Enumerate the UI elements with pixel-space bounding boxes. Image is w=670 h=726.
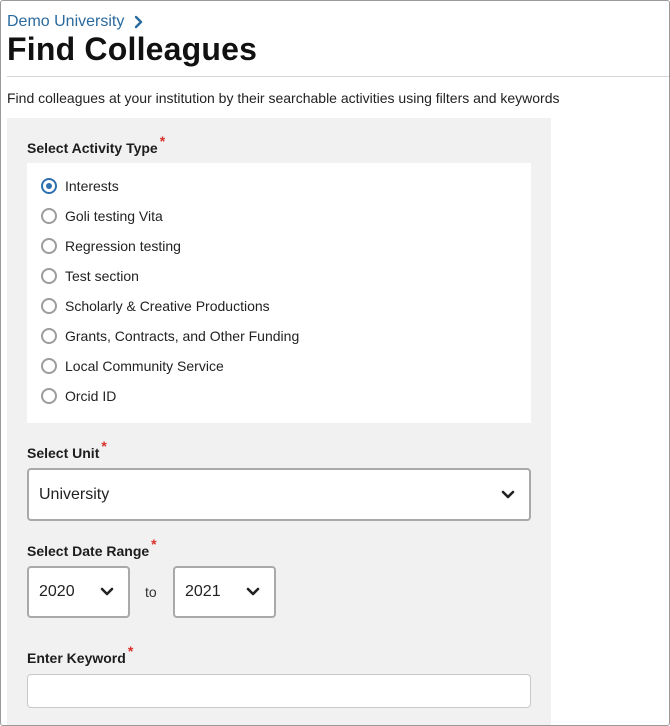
radio-option-label: Interests — [65, 178, 119, 194]
date-range-label-text: Select Date Range — [27, 543, 150, 559]
activity-type-label: Select Activity Type * — [27, 133, 165, 156]
chevron-down-icon — [100, 587, 114, 596]
activity-type-label-text: Select Activity Type — [27, 140, 158, 156]
radio-option-label: Regression testing — [65, 238, 181, 254]
title-divider — [7, 76, 669, 77]
radio-option-label: Orcid ID — [65, 388, 117, 404]
radio-option-interests[interactable]: Interests — [41, 178, 119, 194]
required-asterisk: * — [127, 643, 134, 659]
radio-option-label: Test section — [65, 268, 139, 284]
unit-select-value: University — [39, 485, 110, 503]
radio-option-goli-testing-vita[interactable]: Goli testing Vita — [41, 208, 163, 224]
date-to-select[interactable]: 2021 — [173, 566, 276, 618]
keyword-label-text: Enter Keyword — [27, 650, 126, 666]
unit-label-text: Select Unit — [27, 445, 100, 461]
page-intro: Find colleagues at your institution by t… — [7, 90, 560, 106]
date-range-label: Select Date Range * — [27, 536, 157, 559]
radio-option-label: Goli testing Vita — [65, 208, 163, 224]
date-to-value: 2021 — [185, 583, 221, 600]
activity-type-radio-group: Interests Goli testing Vita Regression t… — [27, 163, 531, 423]
chevron-right-icon — [135, 15, 143, 29]
keyword-label: Enter Keyword * — [27, 643, 133, 666]
radio-button[interactable] — [41, 238, 57, 254]
radio-option-label: Grants, Contracts, and Other Funding — [65, 328, 300, 344]
chevron-down-icon — [501, 490, 515, 498]
app-window: Demo University Find Colleagues Find col… — [0, 0, 670, 726]
chevron-down-icon — [246, 587, 260, 596]
radio-option-label: Scholarly & Creative Productions — [65, 298, 270, 314]
radio-option-grants-contracts[interactable]: Grants, Contracts, and Other Funding — [41, 328, 299, 344]
radio-option-orcid-id[interactable]: Orcid ID — [41, 388, 116, 404]
unit-label: Select Unit * — [27, 438, 107, 461]
breadcrumb: Demo University — [7, 13, 144, 31]
required-asterisk: * — [101, 438, 107, 454]
required-asterisk: * — [159, 133, 166, 149]
radio-button[interactable] — [41, 328, 57, 344]
radio-option-regression-testing[interactable]: Regression testing — [41, 238, 181, 254]
radio-option-local-community-service[interactable]: Local Community Service — [41, 358, 224, 374]
radio-button[interactable] — [41, 268, 57, 284]
date-range-to-label: to — [145, 584, 157, 600]
radio-button[interactable] — [41, 298, 57, 314]
search-filter-panel: Select Activity Type * Interests Goli tes… — [7, 118, 551, 725]
date-from-value: 2020 — [39, 583, 75, 600]
page-title: Find Colleagues — [7, 31, 258, 67]
radio-button[interactable] — [41, 358, 57, 374]
date-from-select[interactable]: 2020 — [27, 566, 130, 618]
radio-button[interactable] — [41, 388, 57, 404]
radio-option-label: Local Community Service — [65, 358, 224, 374]
radio-button[interactable] — [41, 208, 57, 224]
required-asterisk: * — [151, 536, 157, 552]
radio-button-selected[interactable] — [41, 178, 57, 194]
radio-option-scholarly-creative[interactable]: Scholarly & Creative Productions — [41, 298, 270, 314]
unit-select[interactable]: University — [27, 468, 531, 521]
breadcrumb-link-demo-university[interactable]: Demo University — [7, 13, 124, 31]
keyword-input[interactable] — [27, 674, 531, 708]
radio-option-test-section[interactable]: Test section — [41, 268, 139, 284]
